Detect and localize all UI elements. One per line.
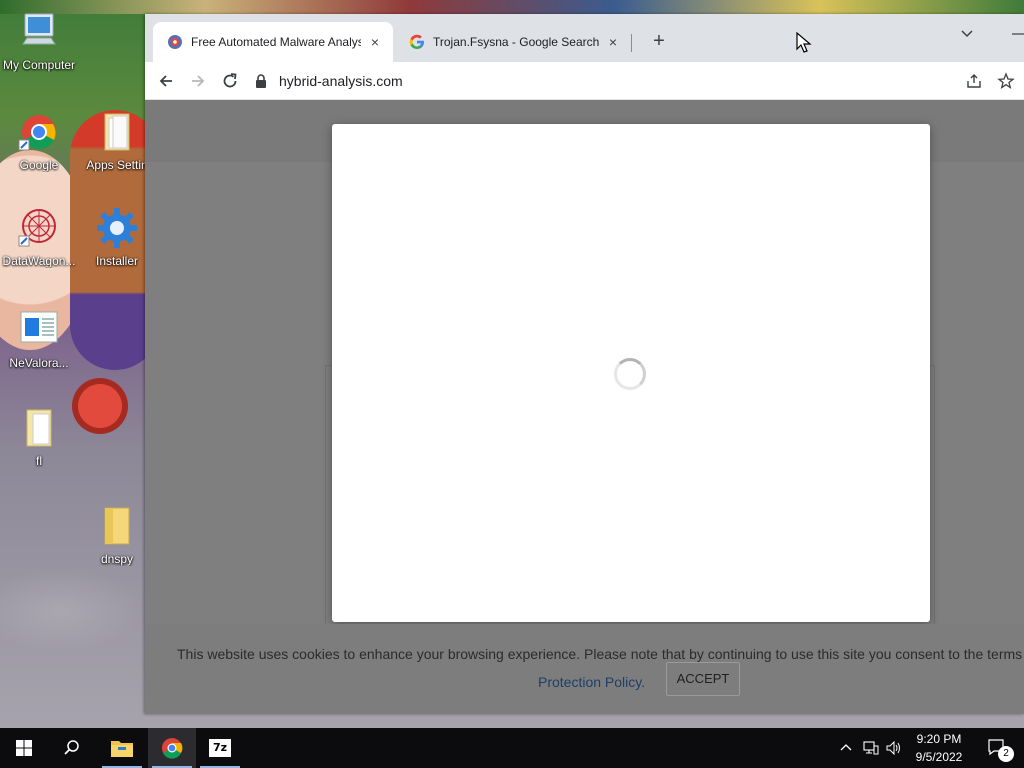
mouse-cursor-icon — [796, 31, 812, 54]
address-bar[interactable]: hybrid-analysis.com — [255, 67, 954, 95]
address-bar-url: hybrid-analysis.com — [279, 73, 403, 89]
taskbar-search-button[interactable] — [48, 728, 96, 768]
show-hidden-icons-button[interactable] — [836, 728, 856, 768]
start-button[interactable] — [0, 728, 48, 768]
action-center-button[interactable]: 2 — [978, 728, 1018, 768]
lock-icon — [255, 74, 267, 88]
page-content: This website uses cookies to enhance you… — [145, 100, 1024, 714]
gear-icon — [95, 206, 139, 250]
tab-strip: Free Automated Malware Analys × Trojan.F… — [145, 14, 1024, 62]
network-tray-button[interactable] — [860, 728, 882, 768]
browser-window: Free Automated Malware Analys × Trojan.F… — [145, 14, 1024, 714]
loading-modal — [332, 124, 930, 622]
tab-search-button[interactable] — [954, 20, 980, 46]
tab-title: Trojan.Fsysna - Google Search — [433, 35, 599, 49]
back-button[interactable] — [153, 68, 179, 94]
arrow-right-icon — [192, 75, 205, 87]
loading-spinner-icon — [614, 358, 646, 390]
close-icon[interactable]: × — [605, 34, 621, 50]
desktop-icon-google-chrome[interactable]: Google — [0, 110, 78, 172]
document-icon — [17, 308, 61, 352]
accept-cookies-button[interactable]: ACCEPT — [666, 662, 740, 696]
share-icon — [967, 74, 981, 88]
desktop-icon-label: DataWagon... — [2, 254, 76, 268]
taskbar-chrome[interactable] — [148, 728, 196, 768]
wallpaper-drum — [72, 378, 128, 434]
protection-policy-link[interactable]: Protection Policy. — [538, 674, 645, 690]
folder-icon — [17, 406, 61, 450]
close-icon[interactable]: × — [367, 34, 383, 50]
new-tab-button[interactable]: + — [645, 28, 673, 56]
taskbar-clock[interactable]: 9:20 PM 9/5/2022 — [906, 730, 972, 766]
tab-google-search[interactable]: Trojan.Fsysna - Google Search × — [395, 22, 631, 62]
windows-logo-icon — [16, 740, 32, 756]
arrow-left-icon — [159, 75, 172, 87]
star-icon — [997, 72, 1015, 89]
clock-date: 9/5/2022 — [915, 750, 963, 764]
google-g-icon — [409, 34, 425, 50]
share-button[interactable] — [961, 68, 987, 94]
tab-hybrid-analysis[interactable]: Free Automated Malware Analys × — [153, 22, 393, 62]
minimize-icon — [1012, 33, 1024, 35]
hybrid-analysis-favicon-icon — [167, 34, 183, 50]
computer-icon — [17, 10, 61, 54]
chevron-down-icon — [961, 30, 973, 38]
desktop-icon-newvalora[interactable]: NeValora... — [0, 308, 78, 370]
desktop-icon-label: Google — [19, 158, 59, 172]
taskbar-file-explorer[interactable] — [98, 728, 146, 768]
desktop-icon-fl[interactable]: fl — [0, 406, 78, 468]
clock-time: 9:20 PM — [916, 732, 962, 746]
cookie-message: This website uses cookies to enhance you… — [177, 646, 1023, 662]
tab-separator — [631, 34, 632, 52]
folder-document-icon — [95, 110, 139, 154]
minimize-button[interactable] — [1004, 20, 1024, 46]
chrome-icon — [162, 738, 183, 759]
tab-title: Free Automated Malware Analys — [191, 35, 361, 49]
reload-button[interactable] — [217, 68, 243, 94]
bookmark-button[interactable] — [993, 68, 1019, 94]
volume-tray-button[interactable] — [884, 728, 904, 768]
taskbar: 7z 9:20 PM 9/5/2022 2 — [0, 728, 1024, 768]
wallpaper-top-strip — [0, 0, 1024, 14]
search-icon — [64, 740, 79, 755]
desktop-icon-my-computer[interactable]: My Computer — [0, 10, 78, 72]
desktop-icon-label: fl — [36, 454, 42, 468]
chevron-up-icon — [840, 744, 852, 751]
browser-toolbar: hybrid-analysis.com — [145, 62, 1024, 100]
chrome-icon — [17, 110, 61, 154]
7zip-icon: 7z — [209, 739, 231, 757]
speaker-icon — [886, 741, 900, 755]
desktop-icon-datawagon[interactable]: DataWagon... — [0, 206, 78, 268]
reload-icon — [223, 73, 237, 88]
desktop-icon-label: NeValora... — [9, 356, 69, 370]
folder-icon — [95, 504, 139, 548]
notification-count-badge: 2 — [998, 746, 1014, 762]
taskbar-7zip[interactable]: 7z — [196, 728, 244, 768]
folder-icon — [111, 741, 133, 757]
cookie-banner: This website uses cookies to enhance you… — [145, 624, 1024, 714]
network-icon — [863, 741, 879, 755]
web-icon — [17, 206, 61, 250]
desktop-icon-label: My Computer — [2, 58, 76, 72]
forward-button[interactable] — [185, 68, 211, 94]
